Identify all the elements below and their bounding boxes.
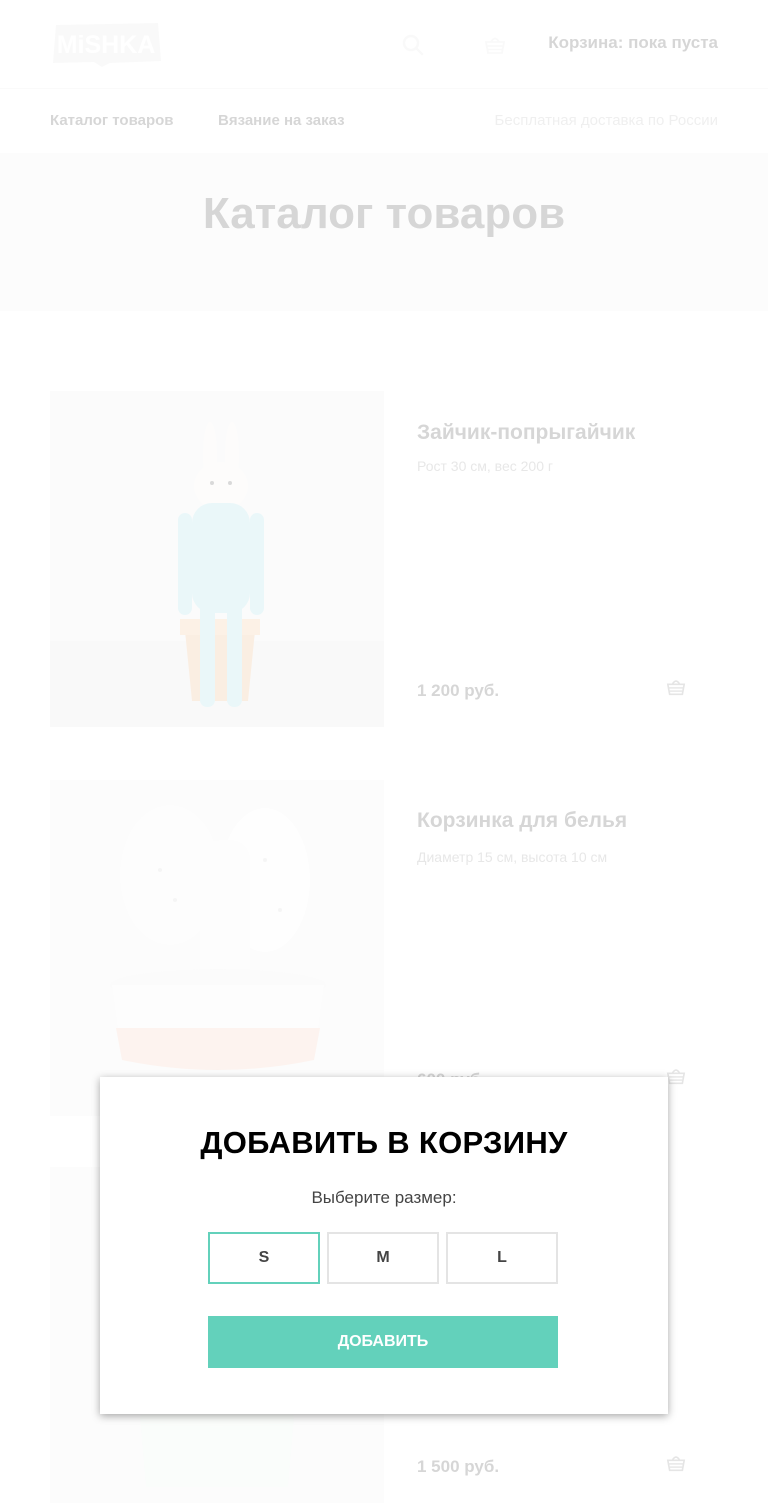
add-to-cart-button[interactable] [666,1066,686,1086]
product-card: Корзинка для белья Диаметр 15 см, высота… [50,780,718,1116]
logo[interactable]: MiSHKA [50,21,163,67]
product-price: 1 200 руб. [417,681,500,700]
modal-title: ДОБАВИТЬ В КОРЗИНУ [200,1125,568,1160]
search-button[interactable] [402,34,424,56]
cart-status[interactable]: Корзина: пока пуста [548,33,718,53]
page-hero: Каталог товаров [0,153,768,311]
search-icon [402,34,424,56]
product-title[interactable]: Корзинка для белья [417,809,627,833]
basket-icon [484,37,506,54]
add-to-cart-modal: ДОБАВИТЬ В КОРЗИНУ Выберите размер: S M … [100,1077,668,1414]
size-option-s[interactable]: S [208,1232,320,1284]
bunny-toy-image [50,391,384,727]
product-description: Рост 30 см, вес 200 г [417,458,553,474]
page-title: Каталог товаров [202,189,566,238]
size-option-m[interactable]: M [327,1232,439,1284]
site-header: MiSHKA Корзина: пока пуста [0,0,768,89]
nav-item-catalog[interactable]: Каталог товаров [50,112,174,129]
logo-text: MiSHKA [57,31,156,59]
product-image[interactable] [50,391,384,727]
add-button[interactable]: ДОБАВИТЬ [208,1316,558,1368]
basket-icon [666,1456,686,1472]
header-cart-button[interactable] [484,35,506,55]
add-to-cart-button[interactable] [666,1453,686,1473]
nav-item-custom-knitting[interactable]: Вязание на заказ [218,112,345,129]
size-option-l[interactable]: L [446,1232,558,1284]
logo-image: MiSHKA [53,23,161,67]
add-to-cart-button[interactable] [666,677,686,697]
basket-toy-image [50,780,384,1116]
product-description: Диаметр 15 см, высота 10 см [417,849,608,865]
basket-icon [666,680,686,696]
main-nav: Каталог товаров Вязание на заказ Бесплат… [0,89,768,153]
basket-icon [666,1069,686,1085]
product-title[interactable]: Зайчик-попрыгайчик [417,421,635,445]
size-prompt: Выберите размер: [311,1188,457,1207]
delivery-note: Бесплатная доставка по России [494,112,718,129]
product-price: 1 500 руб. [417,1457,500,1476]
product-card: Зайчик-попрыгайчик Рост 30 см, вес 200 г… [50,391,718,727]
product-image[interactable] [50,780,384,1116]
